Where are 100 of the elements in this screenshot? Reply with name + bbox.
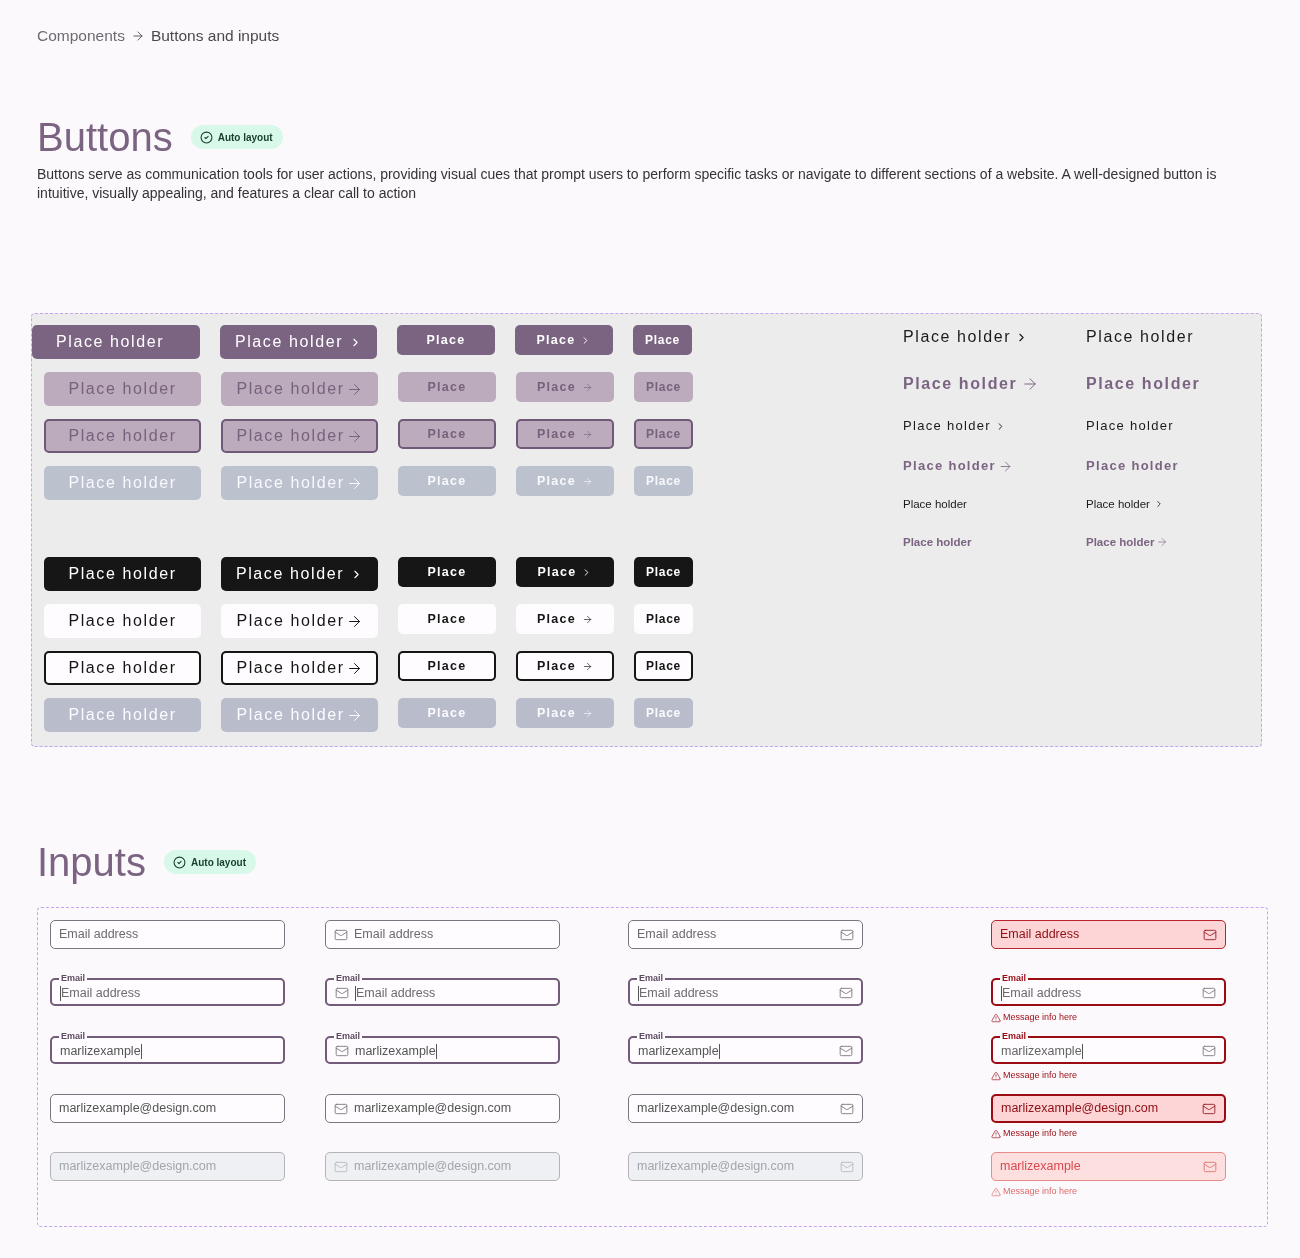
email-field[interactable]: Email marlizexample [50,1032,285,1064]
breadcrumb-link[interactable]: Components [37,26,125,46]
light-button[interactable]: Place [634,604,693,634]
light-button[interactable]: Place [398,604,496,634]
email-field[interactable]: Email address [50,920,285,949]
dark-button[interactable]: Place holder [44,557,201,591]
email-input[interactable]: Email address [639,983,833,1003]
outlined-button[interactable]: Place [398,651,496,681]
light-button[interactable]: Place holder [44,604,201,638]
mail-icon [1203,927,1217,942]
text-link[interactable]: Place holder [903,534,972,550]
email-field[interactable]: Email marlizexample [991,1032,1226,1064]
mail-icon [840,1101,854,1116]
text-link[interactable]: Place holder [903,325,1029,349]
warning-icon [991,1128,1001,1139]
primary-button[interactable]: Place [397,325,495,355]
email-input[interactable]: Email address [61,983,275,1003]
email-field[interactable]: marlizexample@design.com [628,1094,863,1123]
email-input[interactable]: marlizexample [355,1041,436,1061]
email-input[interactable]: Email address [59,925,276,944]
error-message: Message info here [1003,1012,1078,1023]
text-link[interactable]: Place holder [1086,325,1195,349]
arrow-right-icon [581,475,593,487]
text-link[interactable]: Place holder [903,416,1006,436]
dark-button[interactable]: Place holder [221,557,378,591]
email-input[interactable]: Email address [354,925,551,944]
warning-icon [991,1186,1001,1197]
mail-icon [839,986,853,1000]
field-label: Email [335,1032,361,1041]
email-field[interactable]: Email Email address [628,974,863,1006]
breadcrumb-current: Buttons and inputs [150,26,280,46]
text-cursor-icon [1001,985,1002,1001]
email-input[interactable]: marlizexample [1001,1041,1082,1061]
field-label: Email [335,974,361,983]
badge-text: Auto layout [190,855,246,870]
arrow-right-icon [581,707,593,719]
primary-button[interactable]: Place [515,325,613,355]
outlined-button[interactable]: Place holder [44,651,201,685]
email-field[interactable]: Email Email address [991,974,1226,1006]
email-input[interactable]: Email address [1000,925,1197,944]
mail-icon [335,986,349,1000]
text-link[interactable]: Place holder [903,456,1013,476]
field-label: Email [638,974,664,983]
primary-button[interactable]: Place holder [32,325,200,359]
email-field[interactable]: Email address [628,920,863,949]
mail-icon [840,927,854,942]
email-input[interactable]: marlizexample [638,1041,719,1061]
text-link[interactable]: Place holder [1086,534,1169,550]
email-field[interactable]: Email address [991,920,1226,949]
email-input[interactable]: marlizexample@design.com [59,1099,276,1118]
email-input[interactable]: marlizexample@design.com [354,1099,551,1118]
text-cursor-icon [718,1043,720,1059]
section-title: Inputs [37,840,146,884]
mail-icon [1203,1159,1217,1174]
error-message: Message info here [1003,1070,1078,1081]
email-input[interactable]: marlizexample@design.com [637,1099,834,1118]
warning-icon [991,1070,1001,1081]
arrow-right-icon [581,660,593,672]
primary-button[interactable]: Place holder [220,325,377,359]
email-field[interactable]: Email marlizexample [628,1032,863,1064]
email-field[interactable]: marlizexample@design.com [991,1094,1226,1123]
email-field[interactable]: marlizexample@design.com [50,1094,285,1123]
dark-button[interactable]: Place [398,557,496,587]
outlined-button[interactable]: Place [634,651,693,681]
text-link[interactable]: Place holder [1086,456,1179,476]
text-link[interactable]: Place holder [903,372,1040,396]
text-link[interactable]: Place holder [1086,416,1174,436]
text-cursor-icon [60,985,61,1001]
light-button[interactable]: Place holder [221,604,378,638]
arrow-right-icon [581,613,593,625]
light-button[interactable]: Place [516,604,614,634]
mail-icon [1202,1101,1216,1116]
email-field[interactable]: Email Email address [50,974,285,1006]
mail-icon [840,1159,854,1174]
email-input[interactable]: Email address [1002,983,1196,1003]
arrow-right-icon [581,381,593,393]
mail-icon [839,1044,853,1058]
field-label: Email [1001,1032,1027,1041]
email-input[interactable]: marlizexample@design.com [1001,1099,1196,1118]
outlined-button[interactable]: Place holder [221,651,378,685]
email-field[interactable]: marlizexample@design.com [325,1094,560,1123]
dark-button[interactable]: Place [634,557,693,587]
arrow-right-icon [581,428,593,440]
check-circle-icon [172,855,186,869]
email-field[interactable]: Email marlizexample [325,1032,560,1064]
text-link[interactable]: Place holder [1086,496,1164,512]
text-cursor-icon [435,1043,437,1059]
email-field[interactable]: Email Email address [325,974,560,1006]
text-link[interactable]: Place holder [903,496,967,512]
email-input[interactable]: marlizexample [60,1041,141,1061]
primary-button[interactable]: Place [633,325,692,355]
text-cursor-icon [355,985,356,1001]
email-input[interactable]: Email address [637,925,834,944]
dark-button[interactable]: Place [516,557,614,587]
field-label: Email [638,1032,664,1041]
outlined-button[interactable]: Place [516,651,614,681]
email-input[interactable]: Email address [356,983,550,1003]
text-link[interactable]: Place holder [1086,372,1201,396]
email-field[interactable]: Email address [325,920,560,949]
section-title: Buttons [37,115,173,159]
